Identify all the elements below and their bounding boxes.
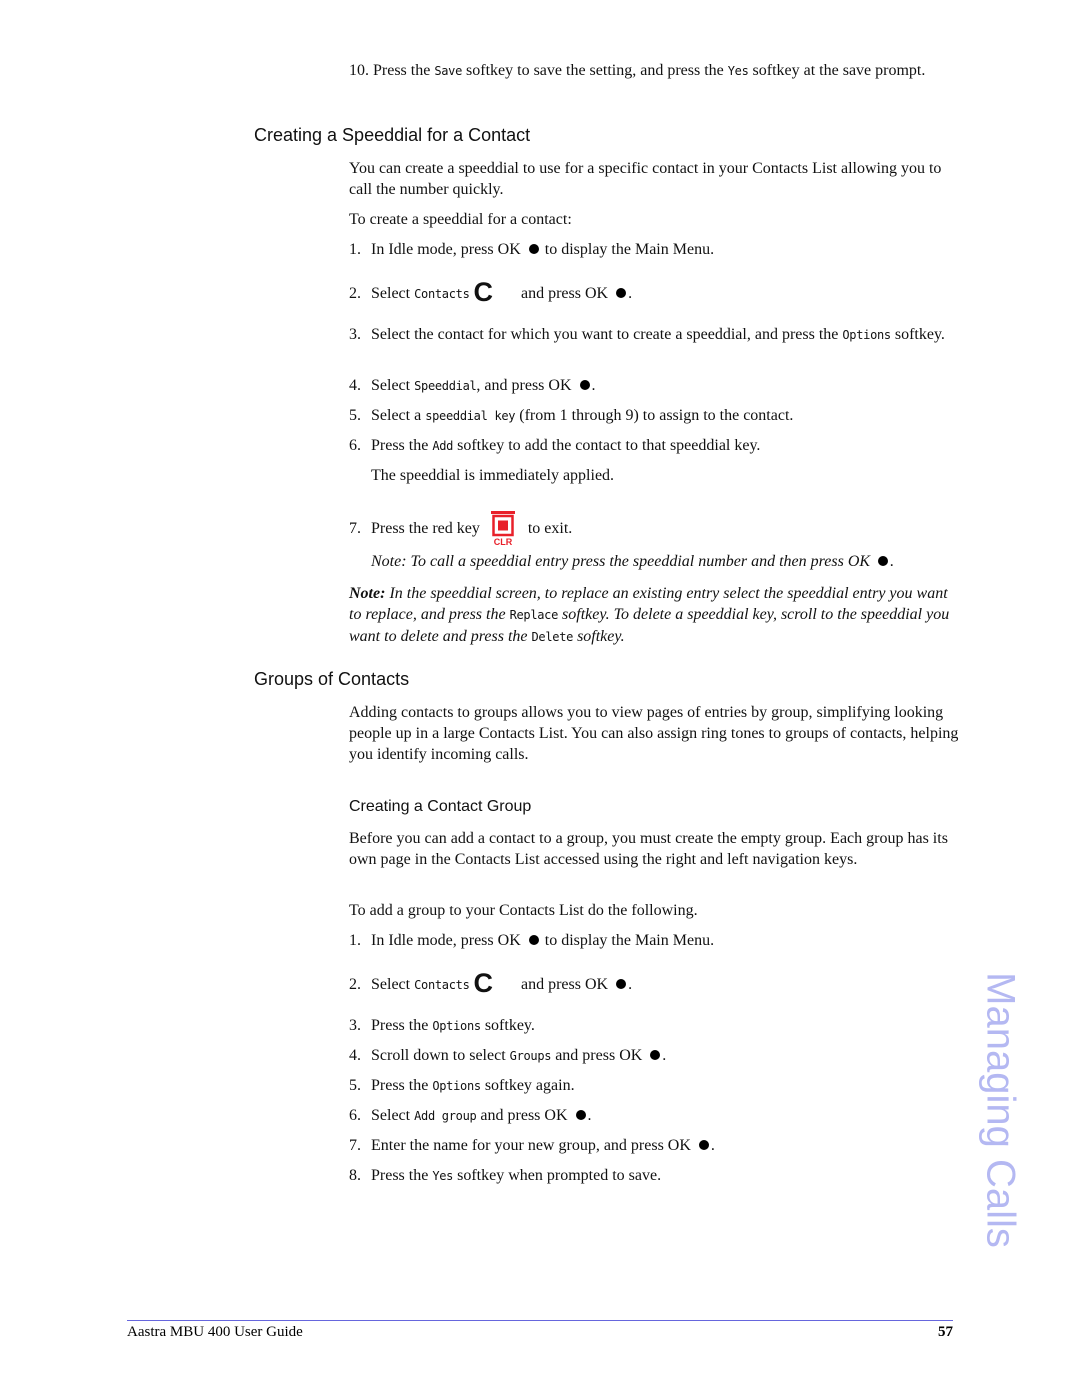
list-item: 3. Select the contact for which you want … — [349, 326, 945, 343]
softkey-contacts: Contacts — [414, 978, 470, 992]
softkey-save: Save — [434, 64, 463, 78]
section2-lead: To add a group to your Contacts List do … — [349, 902, 698, 919]
softkey-delete: Delete — [531, 630, 574, 644]
softkey-yes: Yes — [432, 1169, 454, 1183]
list-item: 6. Press the Add softkey to add the conta… — [349, 437, 761, 454]
subsection-paragraph: Before you can add a contact to a group,… — [349, 830, 948, 868]
footer-rule — [127, 1320, 953, 1321]
list-item: 2. Select Contacts Cand press OK . — [349, 277, 633, 307]
intro-step: 10. Press the Save softkey to save the s… — [349, 62, 926, 79]
contacts-icon: C — [473, 968, 494, 998]
softkey-replace: Replace — [509, 608, 559, 622]
step-number: 10. — [349, 62, 369, 79]
subheading-contact-group: Creating a Contact Group — [349, 798, 532, 815]
list-item: 5. Press the Options softkey again. — [349, 1077, 575, 1094]
section-heading-speeddial: Creating a Speeddial for a Contact — [254, 125, 531, 145]
softkey-options: Options — [842, 328, 891, 342]
step-result: The speeddial is immediately applied. — [371, 467, 615, 484]
list-item: 6. Select Add group and press OK . — [349, 1107, 592, 1124]
section2-paragraph: Adding contacts to groups allows you to … — [349, 704, 959, 763]
clr-key-label: CLR — [494, 537, 513, 547]
list-item: 8. Press the Yes softkey when prompted to… — [349, 1167, 662, 1184]
clr-key-icon: CLR — [488, 511, 518, 547]
ok-key-icon — [528, 935, 539, 945]
list-item: 1. In Idle mode, press OK to display the … — [349, 241, 715, 258]
ok-key-icon — [575, 1110, 586, 1120]
ok-key-icon — [616, 979, 627, 989]
contacts-icon: C — [473, 277, 494, 307]
ok-key-icon — [528, 244, 539, 254]
section1-lead: To create a speeddial for a contact: — [349, 211, 572, 228]
note-speeddial-call: Note: To call a speeddial entry press th… — [371, 553, 895, 570]
softkey-speeddial-key: speeddial key — [425, 409, 516, 423]
ok-key-icon — [579, 380, 590, 390]
ok-key-icon — [878, 556, 889, 566]
list-item: 4. Select Speeddial, and press OK . — [349, 377, 596, 394]
softkey-speeddial: Speeddial — [414, 379, 477, 393]
softkey-yes: Yes — [727, 64, 749, 78]
list-item: 3. Press the Options softkey. — [349, 1017, 535, 1034]
section1-paragraph: You can create a speeddial to use for a … — [349, 160, 942, 198]
ok-key-icon — [698, 1140, 709, 1150]
softkey-groups: Groups — [509, 1049, 552, 1063]
list-item: 5. Select a speeddial key (from 1 through… — [349, 407, 794, 424]
softkey-add: Add — [432, 439, 454, 453]
list-item: 7. Press the red key CLR to exit. — [349, 511, 959, 547]
list-item: 7. Enter the name for your new group, and… — [349, 1137, 715, 1154]
softkey-add-group: Add group — [414, 1109, 477, 1123]
footer-title: Aastra MBU 400 User Guide — [127, 1324, 303, 1340]
ok-key-icon — [616, 288, 627, 298]
note-speeddial-replace: Note: In the speeddial screen, to replac… — [349, 585, 950, 645]
list-item: 4. Scroll down to select Groups and press… — [349, 1047, 667, 1064]
section-heading-groups: Groups of Contacts — [254, 669, 410, 689]
softkey-options: Options — [432, 1019, 481, 1033]
list-item: 1. In Idle mode, press OK to display the … — [349, 932, 715, 949]
softkey-options: Options — [432, 1079, 481, 1093]
chapter-side-tab: Managing Calls — [978, 972, 1023, 1248]
softkey-contacts: Contacts — [414, 287, 470, 301]
page-number: 57 — [938, 1324, 953, 1340]
list-item: 2. Select Contacts Cand press OK . — [349, 968, 633, 998]
ok-key-icon — [650, 1050, 661, 1060]
